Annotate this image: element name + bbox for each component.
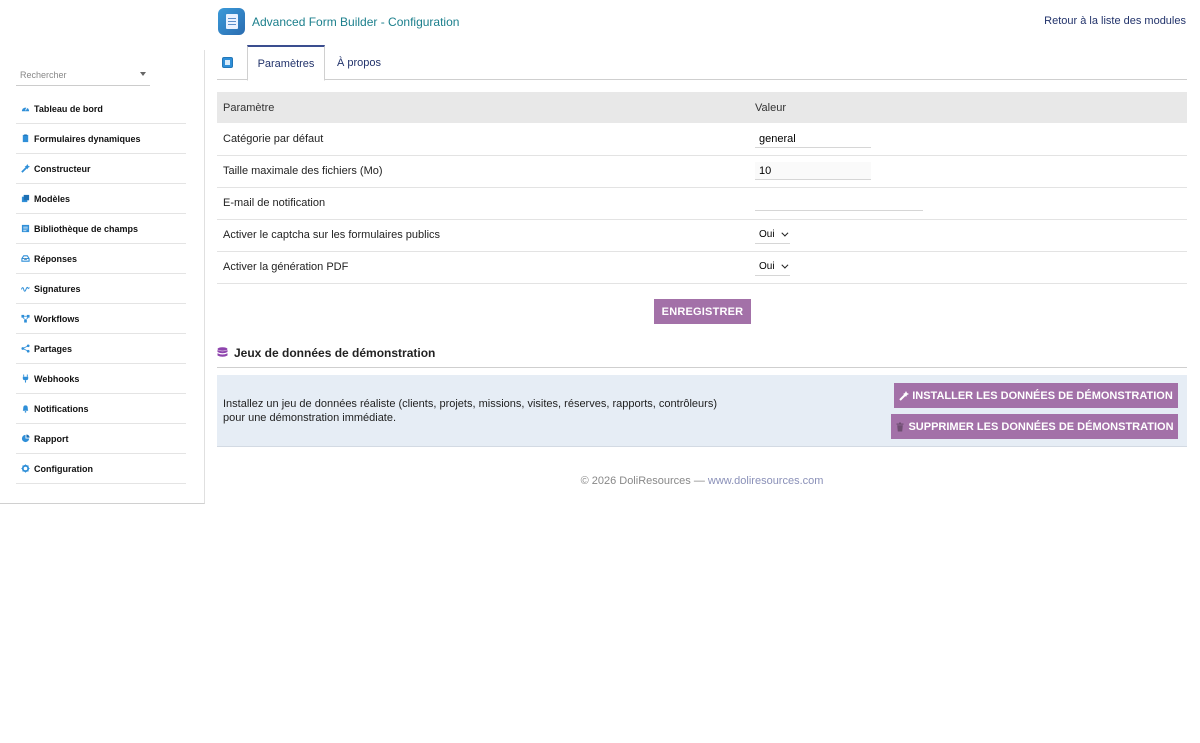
back-to-modules-link[interactable]: Retour à la liste des modules: [1044, 15, 1186, 27]
row-label: E-mail de notification: [217, 187, 749, 220]
demo-description-line1: Installez un jeu de données réaliste (cl…: [223, 398, 717, 410]
tab-a-propos[interactable]: À propos: [325, 45, 393, 80]
column-header-value: Valeur: [749, 92, 1187, 123]
search-placeholder: Rechercher: [20, 70, 67, 80]
delete-demo-label: SUPPRIMER LES DONNÉES DE DÉMONSTRATION: [908, 420, 1174, 433]
sidebar: Rechercher Tableau de bord Formulaires d…: [0, 50, 205, 504]
sidebar-item-label: Formulaires dynamiques: [34, 133, 141, 144]
table-row: Activer le captcha sur les formulaires p…: [217, 219, 1187, 252]
sidebar-item-label: Workflows: [34, 313, 80, 324]
sidebar-item-shares[interactable]: Partages: [16, 334, 186, 364]
magic-wand-icon: [899, 390, 910, 401]
sidebar-item-label: Bibliothèque de champs: [34, 223, 139, 234]
copy-icon: [20, 194, 30, 204]
sidebar-item-label: Constructeur: [34, 163, 91, 174]
install-demo-button[interactable]: INSTALLER LES DONNÉES DE DÉMONSTRATION: [894, 383, 1178, 408]
sidebar-item-label: Notifications: [34, 403, 89, 414]
column-header-param: Paramètre: [217, 92, 749, 123]
gear-icon: [20, 464, 30, 474]
plug-icon: [20, 374, 30, 384]
inbox-icon: [20, 254, 30, 264]
sidebar-item-label: Réponses: [34, 253, 78, 264]
pie-chart-icon: [20, 434, 30, 444]
table-row: Catégorie par défaut general: [217, 123, 1187, 156]
sidebar-item-label: Webhooks: [34, 373, 80, 384]
workflow-icon: [20, 314, 30, 324]
delete-demo-button[interactable]: SUPPRIMER LES DONNÉES DE DÉMONSTRATION: [891, 414, 1178, 439]
sidebar-item-dashboard[interactable]: Tableau de bord: [16, 94, 186, 124]
chevron-down-icon[interactable]: [140, 72, 146, 76]
sidebar-item-report[interactable]: Rapport: [16, 424, 186, 454]
notification-email-input[interactable]: [755, 193, 923, 211]
sidebar-item-configuration[interactable]: Configuration: [16, 454, 186, 484]
sidebar-item-builder[interactable]: Constructeur: [16, 154, 186, 184]
app-logo-icon: [218, 8, 245, 35]
footer-link[interactable]: www.doliresources.com: [708, 475, 824, 487]
chevron-down-icon: [780, 229, 789, 237]
share-icon: [20, 344, 30, 354]
tab-parametres[interactable]: Paramètres: [247, 45, 325, 81]
sidebar-item-label: Modèles: [34, 193, 71, 204]
sidebar-item-label: Configuration: [34, 463, 93, 474]
clipboard-icon: [20, 134, 30, 144]
bell-icon: [20, 404, 30, 414]
sidebar-item-templates[interactable]: Modèles: [16, 184, 186, 214]
demo-description: Installez un jeu de données réaliste (cl…: [223, 397, 717, 425]
sidebar-item-label: Tableau de bord: [34, 103, 103, 114]
dashboard-icon: [20, 104, 30, 114]
row-label: Activer la génération PDF: [217, 251, 749, 284]
sidebar-search-input[interactable]: Rechercher: [16, 66, 150, 86]
footer: © 2026 DoliResources — www.doliresources…: [217, 475, 1187, 487]
sidebar-item-label: Partages: [34, 343, 73, 354]
table-header-row: Paramètre Valeur: [217, 92, 1187, 123]
sidebar-item-dynamic-forms[interactable]: Formulaires dynamiques: [16, 124, 186, 154]
captcha-select-value: Oui: [759, 229, 775, 240]
sidebar-item-workflows[interactable]: Workflows: [16, 304, 186, 334]
row-label: Taille maximale des fichiers (Mo): [217, 155, 749, 188]
table-row: Taille maximale des fichiers (Mo) 10: [217, 155, 1187, 188]
demo-section-header: Jeux de données de démonstration: [217, 346, 1187, 368]
install-demo-label: INSTALLER LES DONNÉES DE DÉMONSTRATION: [912, 389, 1173, 402]
save-button[interactable]: ENREGISTRER: [654, 299, 751, 324]
demo-section-title: Jeux de données de démonstration: [234, 346, 436, 360]
max-file-size-input[interactable]: 10: [755, 162, 871, 180]
sidebar-item-signatures[interactable]: Signatures: [16, 274, 186, 304]
page-title: Advanced Form Builder - Configuration: [252, 15, 460, 29]
pdf-select-value: Oui: [759, 261, 775, 272]
sidebar-item-field-library[interactable]: Bibliothèque de champs: [16, 214, 186, 244]
magic-wand-icon: [20, 164, 30, 174]
table-row: E-mail de notification: [217, 187, 1187, 220]
demo-panel: Installez un jeu de données réaliste (cl…: [217, 375, 1187, 447]
captcha-select[interactable]: Oui: [755, 226, 790, 244]
demo-description-line2: pour une démonstration immédiate.: [223, 412, 397, 424]
row-label: Catégorie par défaut: [217, 123, 749, 156]
sidebar-item-notifications[interactable]: Notifications: [16, 394, 186, 424]
sidebar-item-label: Signatures: [34, 283, 81, 294]
signature-icon: [20, 284, 30, 294]
database-icon: [217, 347, 228, 357]
pdf-generation-select[interactable]: Oui: [755, 258, 790, 276]
parameters-table: Paramètre Valeur Catégorie par défaut ge…: [217, 92, 1187, 284]
table-row: Activer la génération PDF Oui: [217, 251, 1187, 284]
list-icon: [20, 224, 30, 234]
tab-bar: Paramètres À propos: [217, 45, 1187, 81]
module-icon: [222, 57, 233, 68]
footer-copyright: © 2026 DoliResources —: [580, 475, 708, 487]
trash-icon: [896, 422, 904, 431]
row-label: Activer le captcha sur les formulaires p…: [217, 219, 749, 252]
sidebar-item-webhooks[interactable]: Webhooks: [16, 364, 186, 394]
sidebar-menu: Tableau de bord Formulaires dynamiques C…: [16, 94, 186, 484]
sidebar-item-responses[interactable]: Réponses: [16, 244, 186, 274]
chevron-down-icon: [780, 261, 789, 269]
sidebar-item-label: Rapport: [34, 433, 69, 444]
default-category-input[interactable]: general: [755, 130, 871, 148]
